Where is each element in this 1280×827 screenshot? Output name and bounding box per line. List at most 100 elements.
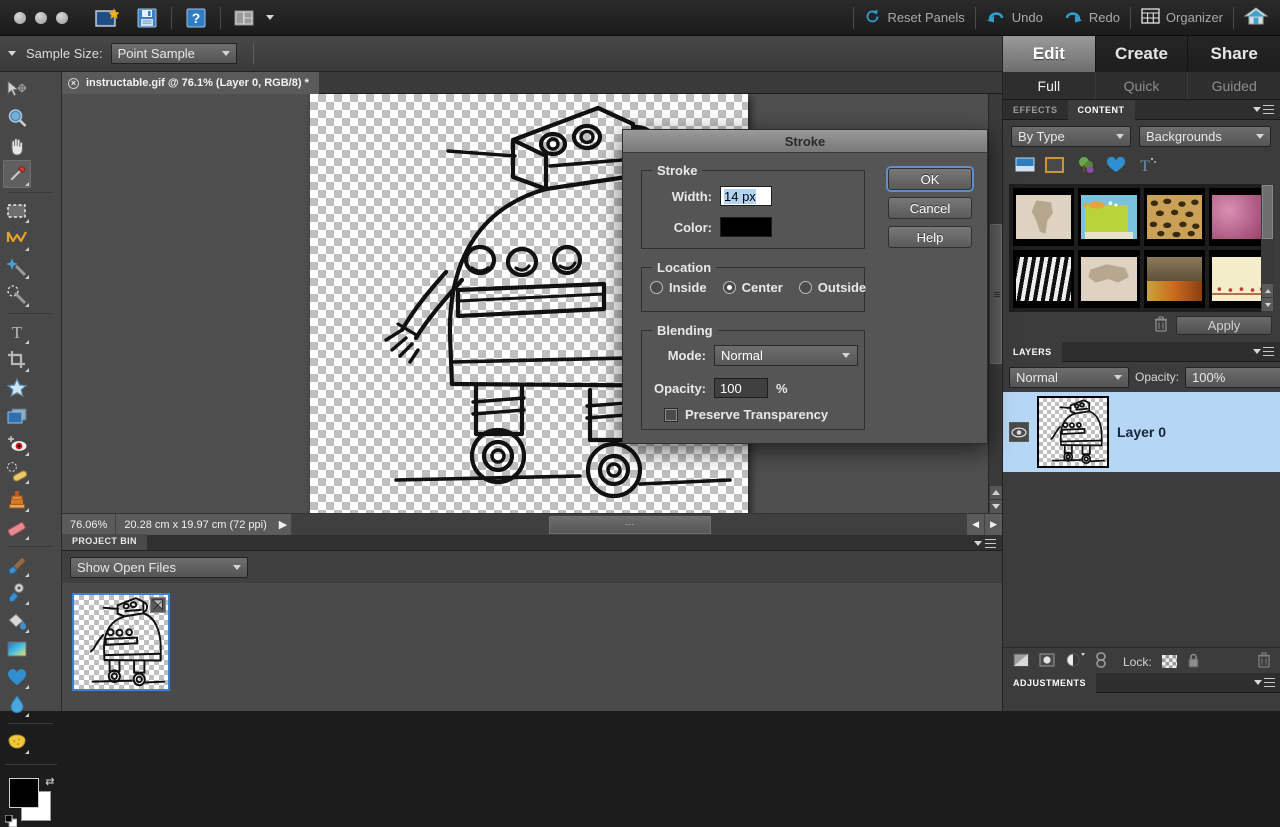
layer-row-layer0[interactable]: Layer 0 (1003, 392, 1280, 472)
radio-center[interactable] (722, 281, 736, 294)
subtab-guided[interactable]: Guided (1188, 72, 1280, 99)
home-button[interactable] (1234, 6, 1272, 29)
help-icon[interactable]: ? (181, 5, 211, 31)
crop-tool[interactable] (3, 346, 31, 374)
lasso-tool[interactable] (3, 225, 31, 253)
sponge-tool[interactable] (3, 728, 31, 756)
panel-tab-effects[interactable]: EFFECTS (1003, 100, 1068, 120)
ok-button[interactable]: OK (888, 168, 972, 190)
tab-share[interactable]: Share (1188, 36, 1280, 72)
zoom-tool[interactable] (3, 104, 31, 132)
sample-size-select[interactable]: Point Sample (110, 43, 237, 64)
blur-tool[interactable] (3, 691, 31, 719)
panel-tab-content[interactable]: CONTENT (1067, 99, 1135, 120)
content-grid-scrollbar-thumb[interactable] (1262, 185, 1273, 239)
radio-outside[interactable] (798, 281, 812, 294)
organizer-button[interactable]: Organizer (1131, 8, 1233, 27)
scroll-right-arrow-icon[interactable]: ▶ (985, 514, 1002, 536)
subtab-full[interactable]: Full (1003, 72, 1096, 99)
clone-stamp-tool[interactable] (3, 486, 31, 514)
magic-wand-tool[interactable] (3, 253, 31, 281)
project-bin-tab[interactable]: PROJECT BIN (62, 534, 147, 550)
zoom-level[interactable]: 76.06% (62, 513, 117, 536)
thumb-fish-scene[interactable] (1078, 188, 1140, 246)
save-icon[interactable] (132, 5, 162, 31)
marquee-tool[interactable] (3, 197, 31, 225)
layout-chevron-down-icon[interactable] (266, 15, 274, 20)
content-category-select[interactable]: Backgrounds (1139, 125, 1271, 147)
backgrounds-icon[interactable] (1015, 157, 1035, 176)
hand-tool[interactable] (3, 132, 31, 160)
thumb-africa-map[interactable] (1013, 188, 1075, 246)
opacity-input[interactable]: 100 (714, 378, 768, 398)
paint-bucket-tool[interactable] (3, 607, 31, 635)
default-colors-icon[interactable] (4, 815, 17, 827)
status-flyout-arrow-icon[interactable]: ▶ (275, 513, 293, 536)
delete-layer-icon[interactable] (1257, 652, 1271, 671)
straighten-tool[interactable] (3, 402, 31, 430)
layout-icon[interactable] (230, 5, 260, 31)
link-layers-icon[interactable] (1095, 652, 1107, 671)
color-swatch-button[interactable] (720, 217, 772, 237)
panel-tab-adjustments[interactable]: ADJUSTMENTS (1003, 672, 1097, 693)
new-file-icon[interactable] (92, 5, 122, 31)
shape-tool[interactable] (3, 663, 31, 691)
content-scroll-up-arrow-icon[interactable] (1262, 284, 1273, 297)
adjustment-layer-icon[interactable] (1065, 653, 1085, 670)
stroke-dialog[interactable]: Stroke Stroke Width: 14 px Color: Locati… (622, 129, 988, 444)
smart-brush-tool[interactable] (3, 579, 31, 607)
content-grid-scrollbar[interactable] (1261, 184, 1274, 312)
lock-transparency-icon[interactable] (1161, 655, 1177, 668)
shapes-icon[interactable] (1106, 156, 1126, 176)
scroll-left-arrow-icon[interactable]: ◀ (967, 513, 986, 536)
swap-colors-icon[interactable]: ⇄ (45, 775, 54, 788)
radio-inside[interactable] (650, 281, 663, 294)
layers-panel-menu-icon[interactable] (1253, 347, 1280, 356)
eraser-tool[interactable] (3, 514, 31, 542)
close-window-button[interactable] (14, 11, 26, 24)
move-tool[interactable] (3, 76, 31, 104)
layer-thumbnail[interactable] (1037, 396, 1109, 468)
scroll-up-arrow-icon[interactable] (990, 486, 1002, 499)
reset-panels-button[interactable]: Reset Panels (854, 8, 974, 28)
help-button[interactable]: Help (888, 226, 972, 248)
project-bin-filter-select[interactable]: Show Open Files (70, 556, 248, 578)
maximize-window-button[interactable] (56, 11, 68, 24)
document-tab[interactable]: × instructable.gif @ 76.1% (Layer 0, RGB… (62, 72, 319, 94)
minimize-window-button[interactable] (35, 11, 47, 24)
content-panel-menu-icon[interactable] (1253, 105, 1280, 114)
cookie-cutter-tool[interactable] (3, 374, 31, 402)
healing-brush-tool[interactable] (3, 458, 31, 486)
graphics-icon[interactable] (1074, 156, 1096, 177)
tab-create[interactable]: Create (1095, 36, 1189, 72)
red-eye-tool[interactable] (3, 430, 31, 458)
quick-selection-tool[interactable] (3, 281, 31, 309)
gradient-tool[interactable] (3, 635, 31, 663)
content-filter-by-select[interactable]: By Type (1011, 125, 1131, 147)
brush-tool[interactable] (3, 551, 31, 579)
subtab-quick[interactable]: Quick (1096, 72, 1189, 99)
panel-tab-layers[interactable]: LAYERS (1003, 341, 1062, 362)
thumb-autumn-still-life[interactable] (1143, 250, 1205, 308)
project-bin-item[interactable] (72, 593, 170, 691)
text-icon[interactable]: T (1136, 156, 1156, 177)
project-bin-menu-icon[interactable] (973, 536, 1002, 550)
blend-mode-select[interactable]: Normal (1009, 366, 1129, 388)
undo-button[interactable]: Undo (976, 8, 1053, 27)
layer-visibility-eye-icon[interactable] (1009, 422, 1029, 442)
close-icon[interactable]: × (68, 77, 79, 89)
canvas-horizontal-scrollbar[interactable]: ⋯ (292, 513, 968, 536)
cancel-button[interactable]: Cancel (888, 197, 972, 219)
new-layer-icon[interactable] (1013, 653, 1029, 670)
width-input[interactable]: 14 px (720, 186, 772, 206)
eyedropper-tool[interactable] (3, 160, 31, 188)
canvas-vertical-scrollbar[interactable] (988, 94, 1002, 513)
adjustments-panel-menu-icon[interactable] (1254, 678, 1280, 687)
lock-all-icon[interactable] (1187, 653, 1200, 671)
thumb-asia-map[interactable] (1078, 250, 1140, 308)
blend-mode-dropdown[interactable]: Normal (714, 345, 858, 366)
preserve-transparency-checkbox[interactable] (664, 407, 678, 422)
options-collapse-chevron-icon[interactable] (8, 51, 16, 56)
trash-icon[interactable] (1154, 315, 1168, 335)
redo-button[interactable]: Redo (1053, 8, 1130, 27)
